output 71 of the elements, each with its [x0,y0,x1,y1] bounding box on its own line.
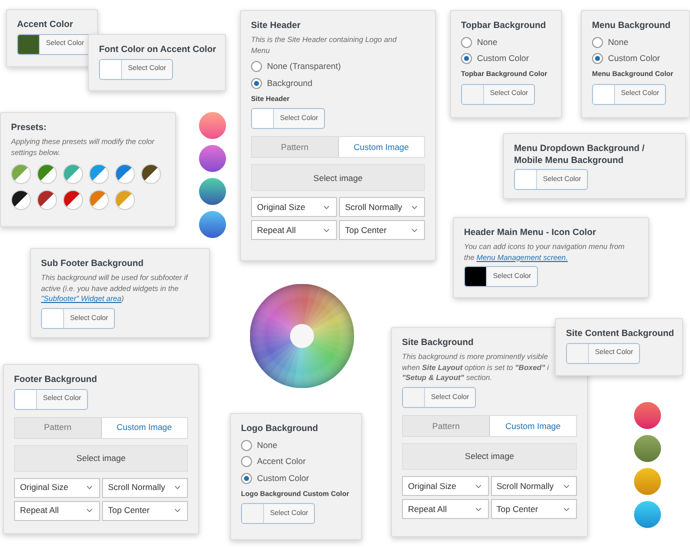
card-title: Topbar Background [461,20,547,32]
select-image-button[interactable]: Select image [402,443,577,470]
radio-button[interactable] [241,440,252,451]
tab[interactable]: Custom Image [338,137,424,158]
dropdown[interactable]: Repeat All [14,500,100,521]
card-title: Menu Background [592,20,672,32]
gradient-circle-drawing [199,112,226,139]
radio-button[interactable] [592,36,603,48]
dropdown[interactable]: Original Size [402,476,488,496]
preset-swatch[interactable] [89,190,109,210]
card-title: Menu Dropdown Background / Mobile Menu Background [514,143,646,166]
radio-label: None [257,438,278,452]
radio-label: None [477,36,498,48]
gradient-circle-drawing [634,501,661,528]
card-title: Site Background [402,337,475,349]
card-title: Presets: [11,122,48,134]
dropdown[interactable]: Top Center [339,220,425,240]
gradient-circle-drawing [199,211,226,238]
preset-swatch[interactable] [89,164,109,184]
radio-button[interactable] [461,53,472,64]
radio-button[interactable] [461,36,472,48]
preset-swatch[interactable] [11,164,31,184]
preset-swatch[interactable] [11,190,31,210]
radio-label: None (Transparent) [267,60,341,74]
radio-label: Custom Color [257,472,309,485]
card-title: Site Header [251,20,302,32]
card-title: Logo Background [241,423,319,435]
radio-button[interactable] [251,78,262,90]
radio-label: Custom Color [477,52,529,66]
radio-label: Custom Color [608,52,660,66]
card-title: Site Content Background [566,328,672,340]
dropdown[interactable]: Repeat All [251,220,337,240]
tab[interactable]: Pattern [252,137,338,158]
dropdown[interactable]: Repeat All [402,499,488,520]
select-image-button[interactable]: Select image [14,444,188,472]
card-title: Accent Color [17,19,74,31]
dropdown[interactable]: Scroll Normally [102,478,188,498]
select-image-button[interactable]: Select image [251,164,425,192]
radio-label: Background [267,77,312,90]
preset-swatch[interactable] [115,190,135,210]
dropdown[interactable]: Original Size [251,197,337,218]
radio-button[interactable] [592,53,603,64]
gradient-circle-drawing [634,435,661,462]
card-title: Header Main Menu - Icon Color [464,227,598,239]
dropdown[interactable]: Original Size [14,478,100,498]
gradient-circle-drawing [634,402,661,429]
tab[interactable]: Custom Image [102,418,187,438]
preset-swatch[interactable] [141,164,161,184]
gradient-circle-drawing [634,468,661,495]
dropdown[interactable]: Scroll Normally [490,476,577,496]
tab[interactable]: Custom Image [490,416,576,436]
radio-button[interactable] [241,456,252,468]
preset-swatch[interactable] [63,190,83,210]
dropdown[interactable]: Top Center [490,499,577,520]
radio-label: Accent Color [257,455,306,468]
card-title: Sub Footer Background [41,258,145,270]
radio-label: None [608,36,628,48]
radio-button[interactable] [241,473,252,484]
radio-button[interactable] [251,61,262,72]
tab[interactable]: Pattern [15,418,102,438]
gradient-circle-drawing [199,145,226,172]
dropdown[interactable]: Scroll Normally [339,197,425,218]
preset-swatch[interactable] [115,164,135,184]
preset-swatch[interactable] [37,164,57,184]
tab[interactable]: Pattern [403,416,490,436]
dropdown[interactable]: Top Center [102,500,188,521]
preset-swatch[interactable] [37,190,57,210]
card-title: Footer Background [14,374,98,386]
card-title: Font Color on Accent Color [99,44,215,56]
gradient-circle-drawing [199,178,226,205]
preset-swatch[interactable] [63,164,83,184]
